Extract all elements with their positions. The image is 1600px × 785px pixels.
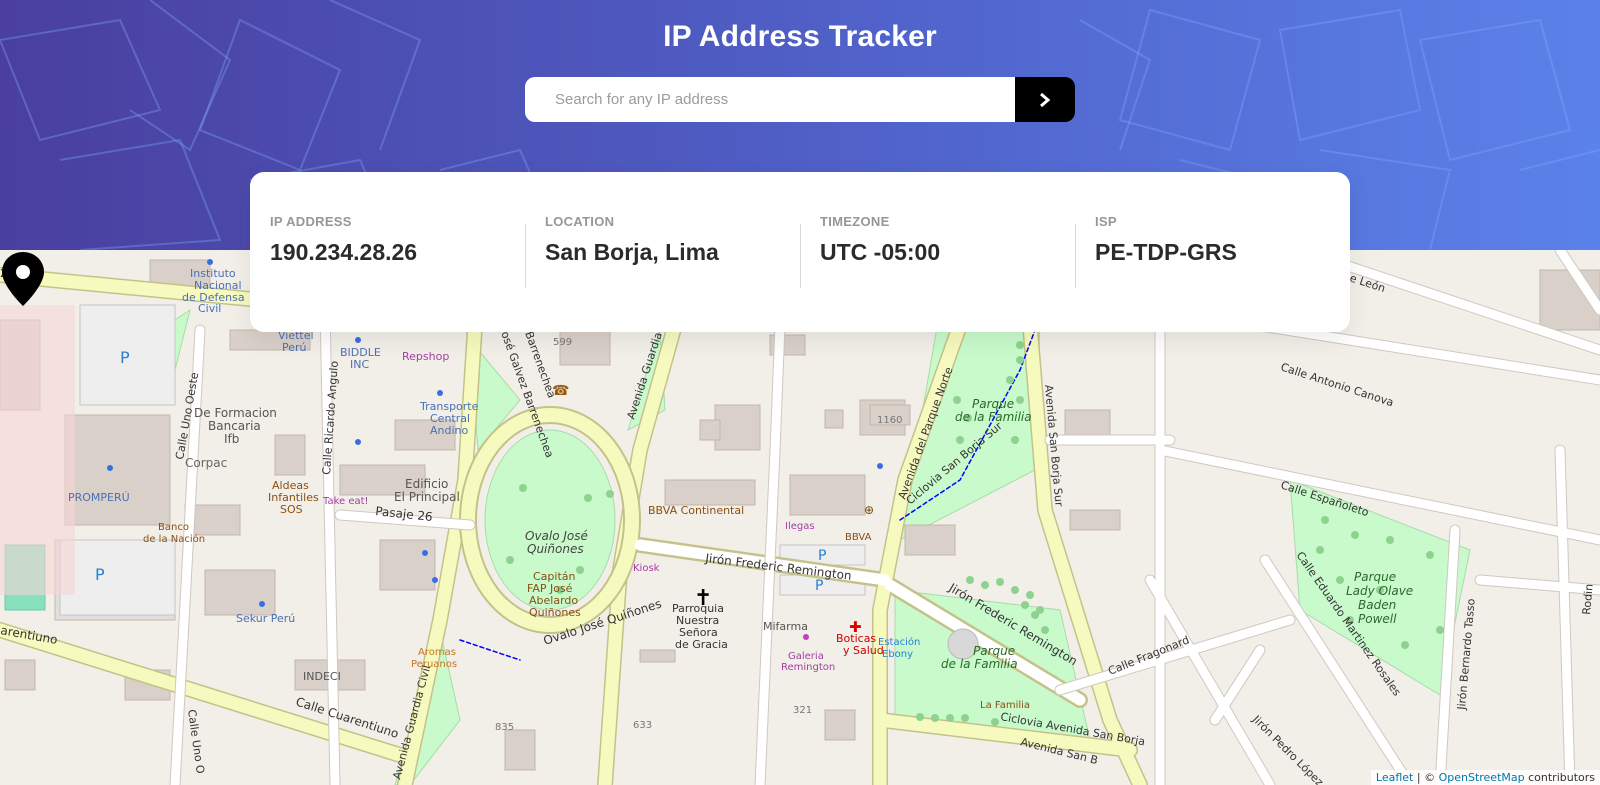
- map-label: Banco: [158, 522, 189, 533]
- map-label: Peruanos: [411, 659, 457, 670]
- map-label: 835: [495, 722, 514, 733]
- map-attribution: Leaflet | © OpenStreetMap contributors: [1370, 770, 1600, 785]
- institutional-area: [0, 305, 75, 595]
- leaflet-link[interactable]: Leaflet: [1376, 771, 1413, 784]
- attribution-separator: | ©: [1413, 771, 1439, 784]
- map-label: Bancaria: [208, 419, 261, 433]
- ip-label: IP ADDRESS: [270, 214, 352, 229]
- map-label: Repshop: [402, 350, 449, 363]
- map-label: de la Familia: [941, 657, 1018, 671]
- map-label: INDECI: [303, 670, 341, 683]
- map-label: de la Nación: [143, 533, 205, 545]
- map-label: Take eat!: [322, 496, 369, 507]
- location-label: LOCATION: [545, 214, 615, 229]
- map-label: Sekur Perú: [236, 612, 295, 625]
- map-label: Galeria: [788, 651, 824, 662]
- search-bar: [525, 77, 1075, 122]
- map-label: PROMPERÚ: [68, 491, 130, 504]
- map-label: Calle Antonio Canova: [1279, 360, 1395, 409]
- map-label: de Gracia: [675, 638, 728, 651]
- map-label: Aromas: [418, 647, 456, 658]
- map-label: Rodin: [1580, 583, 1596, 615]
- isp-value: PE-TDP-GRS: [1095, 239, 1237, 265]
- info-location: LOCATION San Borja, Lima: [525, 172, 800, 332]
- map-label: Quiñones: [527, 542, 584, 556]
- map-label: Ovalo José: [525, 529, 588, 543]
- svg-text:⊕: ⊕: [864, 503, 874, 517]
- map-label: Perú: [282, 341, 307, 354]
- map-label: Andino: [430, 424, 469, 437]
- map-label: Ifb: [224, 432, 239, 446]
- map-label: SOS: [280, 503, 303, 516]
- chevron-right-icon: [1040, 92, 1051, 107]
- map-label: Lady Olave: [1346, 584, 1413, 598]
- map-label: Ilegas: [785, 521, 815, 532]
- map-label: Kiosk: [633, 563, 660, 574]
- map-label: Remington: [781, 662, 835, 673]
- map-label: Corpac: [185, 456, 227, 470]
- map-label: 599: [553, 337, 572, 348]
- map-label: Parque: [1354, 570, 1396, 584]
- map-label: 1160: [877, 415, 902, 426]
- map-label: BBVA Continental: [648, 504, 744, 517]
- info-timezone: TIMEZONE UTC -05:00: [800, 172, 1075, 332]
- map-label: 321: [793, 705, 812, 716]
- attribution-contributors: contributors: [1524, 771, 1595, 784]
- map-label: INC: [350, 358, 369, 371]
- map-label: Civil: [198, 302, 221, 315]
- isp-label: ISP: [1095, 214, 1117, 229]
- ip-value: 190.234.28.26: [270, 239, 418, 265]
- map-label: BBVA: [845, 532, 872, 543]
- page-title: IP Address Tracker: [663, 20, 937, 53]
- timezone-value: UTC -05:00: [820, 239, 941, 265]
- map-label: El Principal: [394, 490, 460, 504]
- osm-link[interactable]: OpenStreetMap: [1439, 771, 1525, 784]
- map-label: De Formacion: [194, 406, 277, 420]
- map-label: Estación: [878, 636, 920, 648]
- location-value: San Borja, Lima: [545, 239, 719, 265]
- submit-button[interactable]: [1015, 77, 1075, 122]
- timezone-label: TIMEZONE: [820, 214, 890, 229]
- parking-icon: P: [818, 548, 826, 564]
- info-isp: ISP PE-TDP-GRS: [1075, 172, 1350, 332]
- map-label: Powell: [1358, 612, 1397, 626]
- search-input[interactable]: [525, 77, 1015, 122]
- info-ip: IP ADDRESS 190.234.28.26: [250, 172, 525, 332]
- map-label: Edificio: [405, 477, 448, 491]
- map-label: Mifarma: [763, 620, 808, 633]
- map-label: Ebony: [882, 649, 913, 660]
- map-label: Baden: [1358, 598, 1396, 612]
- map-label: Calle Uno O: [185, 709, 207, 775]
- info-card: IP ADDRESS 190.234.28.26 LOCATION San Bo…: [250, 172, 1350, 332]
- map-label: Jirón Bernardo Tasso: [1455, 598, 1478, 711]
- map-label: Parque: [973, 644, 1015, 658]
- location-marker-icon[interactable]: [0, 250, 46, 308]
- map-label: La Familia: [980, 700, 1030, 711]
- parking-icon: P: [120, 348, 130, 367]
- map-label: de la Familia: [955, 410, 1032, 424]
- parking-icon: P: [95, 565, 105, 584]
- map-label: Parque: [972, 397, 1014, 411]
- parking-icon: P: [815, 578, 823, 594]
- poi-dot: [803, 634, 809, 640]
- map-label: Quiñones: [529, 606, 581, 619]
- map-label: 633: [633, 720, 652, 731]
